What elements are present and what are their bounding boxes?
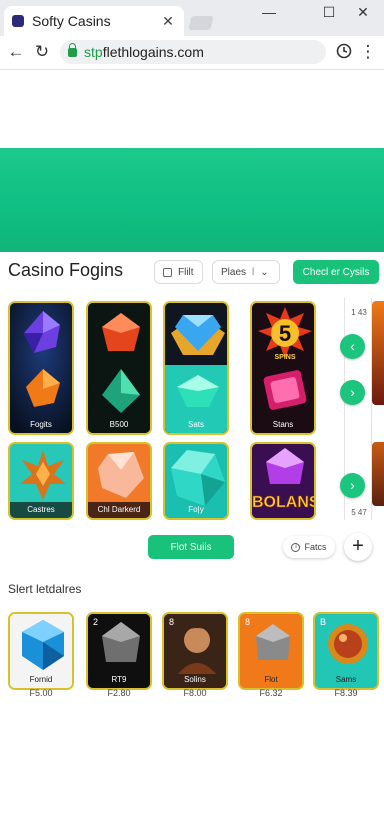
game-title: BOLANS <box>252 494 316 512</box>
game-tile-6[interactable]: Chl Darkerd <box>86 442 152 520</box>
game-tile-3[interactable]: Sats <box>163 301 229 435</box>
chevron-down-icon: ⌄ <box>260 266 269 278</box>
tab-close-icon[interactable]: ✕ <box>160 13 176 30</box>
game-title: Fogits <box>30 420 52 429</box>
new-tab-button[interactable] <box>188 16 214 30</box>
shelf-item-price: F6.32 <box>259 688 283 698</box>
chevron-right-icon: › <box>350 477 355 493</box>
scroll-index-bottom: 5 47 <box>351 508 367 517</box>
game-title: Chl Darkerd <box>97 505 141 514</box>
close-window-icon[interactable]: ✕ <box>350 4 376 22</box>
game-tile-5[interactable]: Castres <box>8 442 74 520</box>
filter-chip-label: Flilt <box>178 266 194 278</box>
game-title: Castres <box>27 505 55 514</box>
gem-artwork-icon <box>88 303 150 433</box>
game-title: Sats <box>187 420 204 429</box>
slot-caption: SPINS <box>274 354 295 361</box>
url-field[interactable]: stpflethlogains.com <box>60 40 326 64</box>
shelf-item-badge: B <box>320 617 327 627</box>
filters-button[interactable]: i Fatcs <box>283 536 335 558</box>
filter-icon <box>163 267 172 277</box>
lock-icon <box>68 42 77 57</box>
next-tile-peek <box>372 442 384 506</box>
back-icon[interactable]: ← <box>6 42 26 62</box>
add-button[interactable]: + <box>344 533 372 561</box>
game-title: Fo|y <box>188 505 204 514</box>
shelf-title: Slert letdalres <box>8 582 82 596</box>
scroll-index-top: 1 43 <box>351 308 367 317</box>
shelf-item-badge: 2 <box>93 617 99 627</box>
game-tile-2[interactable]: B500 <box>86 301 152 435</box>
shelf-item-badge: 8 <box>245 617 251 627</box>
shelf-item-label: RT9 <box>111 675 127 684</box>
extensions-icon[interactable] <box>334 42 354 62</box>
filters-label: Fatcs <box>304 542 327 552</box>
find-slots-button[interactable]: Flot Suiis <box>148 535 234 559</box>
gem-artwork-icon <box>10 303 72 433</box>
tab-title: Softy Casins <box>32 13 111 29</box>
browser-tab[interactable]: Softy Casins ✕ <box>4 6 184 36</box>
check-offers-button[interactable]: Checl er Cysils <box>293 260 379 284</box>
slot-burst-icon: 5 SPINS <box>252 303 314 433</box>
chevron-right-icon: › <box>350 384 355 400</box>
url-host: flethlogains.com <box>102 44 204 60</box>
chevron-left-icon: ‹ <box>350 338 355 354</box>
carousel-prev-button[interactable]: ‹ <box>340 334 365 359</box>
shelf-item-price: F5.00 <box>29 688 53 698</box>
shelf-item-4[interactable]: 8 Flot <box>238 612 304 690</box>
game-title: Stans <box>272 420 294 429</box>
shelf-item-2[interactable]: 2 RT9 <box>86 612 152 690</box>
reload-icon[interactable]: ↻ <box>32 42 52 62</box>
info-icon: i <box>291 542 301 552</box>
carousel-next-row-button[interactable]: › <box>340 473 365 498</box>
shelf-item-3[interactable]: 8 Solins <box>162 612 228 690</box>
shelf-item-label: Sams <box>335 675 357 684</box>
minimize-icon[interactable]: — <box>256 4 282 22</box>
diamond-crown-icon <box>165 303 227 433</box>
carousel-next-button[interactable]: › <box>340 380 365 405</box>
game-tile-7[interactable]: Fo|y <box>163 442 229 520</box>
shelf-item-label: Flot <box>264 675 278 684</box>
game-tile-1[interactable]: Fogits <box>8 301 74 435</box>
shelf-item-label: Fornid <box>29 675 53 684</box>
slot-number: 5 <box>279 321 291 346</box>
game-tile-4[interactable]: 5 SPINS Stans <box>250 301 316 435</box>
shelf-item-price: F8.00 <box>183 688 207 698</box>
browser-tab-bar: Softy Casins ✕ — ☐ ✕ <box>0 0 384 36</box>
game-tile-8[interactable]: BOLANS <box>250 442 316 520</box>
maximize-icon[interactable]: ☐ <box>316 4 342 22</box>
section-title: Casino Fogins <box>8 260 124 280</box>
next-tile-peek <box>372 301 384 405</box>
shelf-item-1[interactable]: Fornid <box>8 612 74 690</box>
game-title: B500 <box>109 420 129 429</box>
address-bar: ← ↻ stpflethlogains.com ⋮ <box>0 36 384 70</box>
hero-banner <box>0 148 384 252</box>
url-text: stpflethlogains.com <box>84 44 204 60</box>
favicon-icon <box>12 15 24 27</box>
shelf-item-label: Solins <box>184 675 206 684</box>
filter-chip[interactable]: Flilt <box>154 260 203 284</box>
sort-label: Plaes <box>221 266 247 278</box>
shelf-item-badge: 8 <box>169 617 175 627</box>
shelf-item-price: F2.80 <box>107 688 131 698</box>
sort-dropdown[interactable]: Plaes l ⌄ <box>212 260 280 284</box>
shelf-item-5[interactable]: B Sams <box>313 612 379 690</box>
sort-value: l <box>252 266 255 278</box>
shelf-item-price: F8.39 <box>334 688 358 698</box>
url-scheme: stp <box>84 44 103 60</box>
menu-icon[interactable]: ⋮ <box>358 42 378 62</box>
